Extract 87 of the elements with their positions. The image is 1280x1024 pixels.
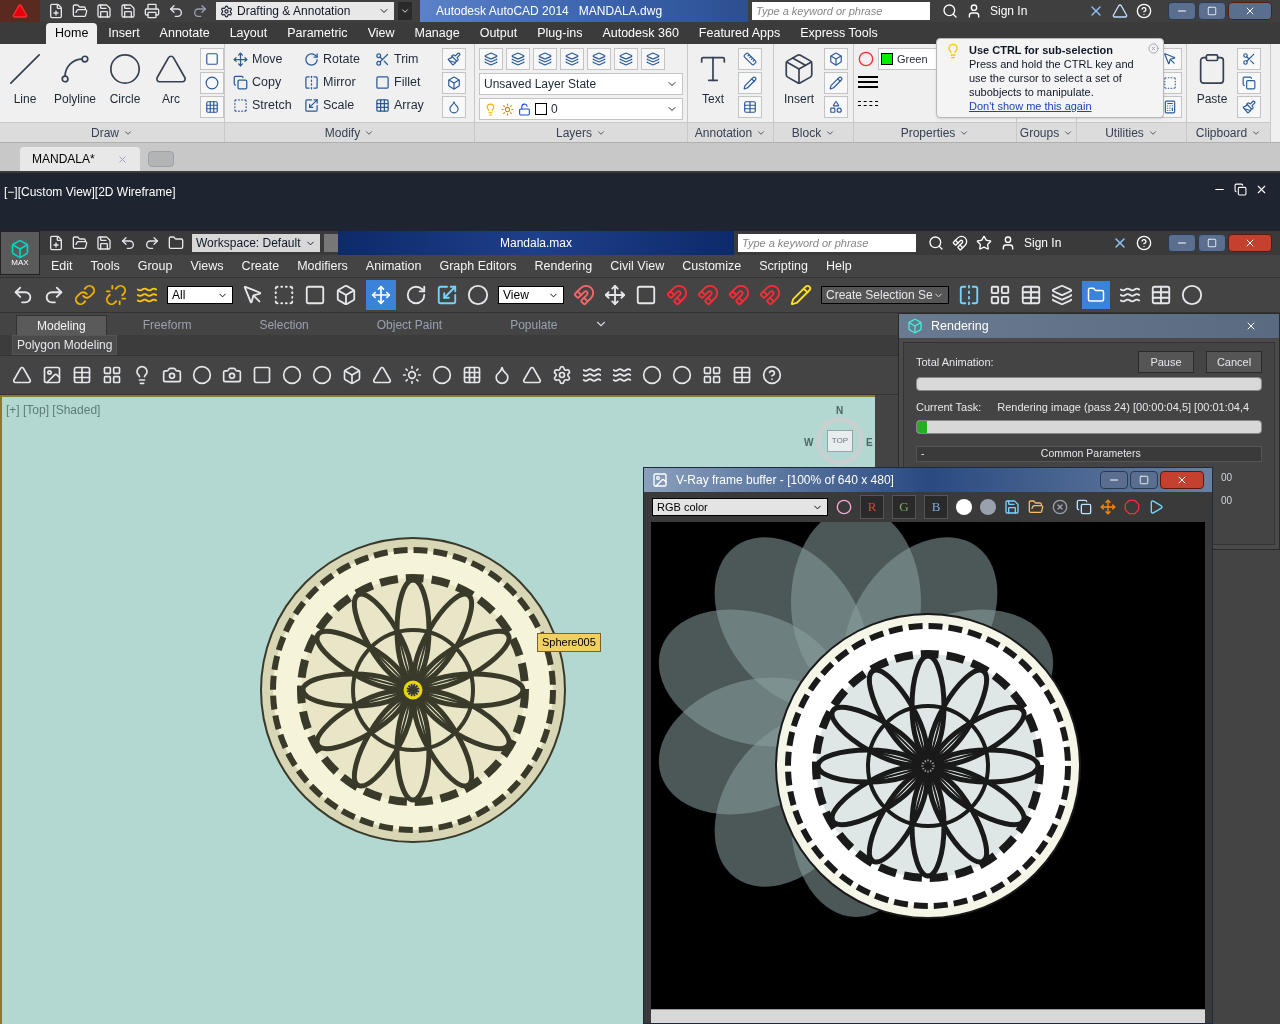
search-field[interactable]: Type a keyword or phrase bbox=[752, 2, 930, 20]
viewport-label[interactable]: [−][Custom View][2D Wireframe] bbox=[4, 183, 176, 201]
ribbon-tool-button[interactable]: Copy bbox=[233, 71, 292, 94]
ribbon-tool-button[interactable]: Fillet bbox=[375, 71, 434, 94]
application-button[interactable]: MAX bbox=[0, 231, 40, 275]
current-task-label: Current Task: bbox=[916, 400, 982, 415]
ribbon-tool-button[interactable]: Paste bbox=[1191, 48, 1233, 118]
ribbon-tab[interactable]: Output bbox=[470, 23, 527, 44]
ribbon-tab[interactable]: Modeling bbox=[16, 315, 107, 335]
search-field[interactable]: Type a keyword or phrase bbox=[738, 234, 916, 252]
ribbon-tool-button[interactable]: Mirror bbox=[304, 71, 363, 94]
ribbon-tool-button[interactable]: Line bbox=[4, 48, 46, 118]
ribbon-tab[interactable]: View bbox=[358, 23, 404, 44]
dont-show-link[interactable]: Don't show me this again bbox=[969, 99, 1092, 113]
ribbon-tab[interactable]: Manage bbox=[405, 23, 469, 44]
workspace-dropdown[interactable]: Workspace: Default bbox=[192, 234, 320, 252]
ribbon-tab[interactable]: Insert bbox=[99, 23, 149, 44]
channel-button[interactable]: R bbox=[860, 495, 884, 519]
menu-item[interactable]: Civil View bbox=[603, 256, 672, 276]
named-selection-dropdown[interactable]: Create Selection Se bbox=[821, 286, 949, 304]
ribbon-tool-button[interactable]: Polyline bbox=[50, 48, 101, 118]
ribbon-tool-button[interactable]: Circle bbox=[104, 48, 147, 118]
ribbon-tab[interactable]: Object Paint bbox=[356, 315, 463, 335]
menu-item[interactable]: Create bbox=[234, 256, 287, 276]
menu-item[interactable]: Group bbox=[130, 256, 180, 276]
menu-item[interactable]: Modifiers bbox=[290, 256, 355, 276]
ribbon-tab[interactable]: Parametric bbox=[278, 23, 357, 44]
sign-in-link[interactable]: Sign In bbox=[990, 2, 1080, 20]
ribbon-tab[interactable]: Freeform bbox=[122, 315, 212, 335]
sign-in-link[interactable]: Sign In bbox=[1024, 234, 1104, 252]
field-value: 00 bbox=[1221, 470, 1233, 485]
document-tab[interactable]: MANDALA* bbox=[20, 147, 140, 171]
layer-dropdown[interactable]: 0 bbox=[479, 98, 683, 120]
compass-letter: W bbox=[804, 436, 814, 450]
menu-item[interactable]: Help bbox=[818, 256, 859, 276]
ribbon-tool-button[interactable]: Move bbox=[233, 48, 292, 70]
channel-dropdown[interactable]: RGB color bbox=[652, 498, 828, 516]
rollout-header[interactable]: - Common Parameters bbox=[916, 445, 1262, 462]
dialog-title: Rendering bbox=[931, 317, 989, 335]
color-dropdown[interactable]: Green bbox=[878, 48, 938, 70]
current-task-text: Rendering image (pass 24) [00:00:04,5] [00:01:04,4 bbox=[997, 400, 1250, 415]
reference-coordinate-dropdown[interactable]: View bbox=[498, 286, 564, 304]
window-title: Autodesk AutoCAD 2014 MANDALA.dwg bbox=[436, 3, 663, 20]
compass-letter: E bbox=[866, 436, 873, 450]
ribbon-tab[interactable]: Home bbox=[46, 23, 98, 44]
compass-letter: N bbox=[836, 404, 844, 418]
ribbon-tab[interactable]: Plug-ins bbox=[528, 23, 592, 44]
layer-state-dropdown[interactable]: Unsaved Layer State bbox=[479, 73, 683, 95]
window-title: Mandala.max bbox=[499, 235, 572, 252]
menu-item[interactable]: Edit bbox=[44, 256, 80, 276]
menu-item[interactable]: Tools bbox=[83, 256, 127, 276]
workspace-dropdown[interactable]: Drafting & Annotation bbox=[216, 2, 394, 20]
menu-item[interactable]: Rendering bbox=[527, 256, 600, 276]
tooltip-text: Press and hold the CTRL key and use the cursor to select a set of subobjects to manipulate. bbox=[969, 57, 1135, 99]
dialog-button[interactable]: Pause bbox=[1138, 351, 1194, 373]
ribbon-tab[interactable]: Populate bbox=[490, 315, 578, 335]
object-tooltip: Sphere005 bbox=[537, 633, 601, 652]
ribbon-tab[interactable]: Autodesk 360 bbox=[593, 23, 688, 44]
ribbon-tool-button[interactable]: Rotate bbox=[304, 48, 363, 70]
menu-item[interactable]: Customize bbox=[675, 256, 749, 276]
channel-button[interactable]: B bbox=[924, 495, 948, 519]
panel-title[interactable]: Modify bbox=[324, 123, 361, 142]
channel-button[interactable]: G bbox=[892, 495, 916, 519]
ribbon-tool-button[interactable]: Trim bbox=[375, 48, 434, 70]
menu-item[interactable]: Graph Editors bbox=[432, 256, 524, 276]
ribbon-panel-title[interactable]: Polygon Modeling bbox=[12, 335, 118, 355]
panel-title[interactable]: Layers bbox=[556, 123, 592, 142]
ribbon-tool-button[interactable]: Stretch bbox=[233, 94, 292, 117]
ribbon-tab[interactable]: Layout bbox=[220, 23, 277, 44]
total-animation-label: Total Animation: bbox=[916, 354, 994, 370]
ribbon-tab[interactable]: Annotate bbox=[150, 23, 219, 44]
panel-title[interactable]: Draw bbox=[91, 123, 119, 142]
ribbon-tool-button[interactable]: Array bbox=[375, 94, 434, 117]
selection-filter-dropdown[interactable]: All bbox=[167, 286, 233, 304]
dialog-button[interactable]: Cancel bbox=[1206, 351, 1262, 373]
menu-item[interactable]: Views bbox=[183, 256, 231, 276]
tooltip-title: Use CTRL for sub-selection bbox=[969, 43, 1114, 57]
ribbon-tool-button[interactable]: Arc bbox=[150, 48, 193, 118]
ribbon-tab[interactable]: Express Tools bbox=[791, 23, 887, 44]
ribbon-tool-button[interactable]: Insert bbox=[778, 48, 820, 118]
menu-item[interactable]: Animation bbox=[358, 256, 429, 276]
menu-item[interactable]: Scripting bbox=[752, 256, 815, 276]
ribbon-tool-button[interactable]: Scale bbox=[304, 94, 363, 117]
field-value: 00 bbox=[1221, 493, 1233, 508]
ribbon-tab[interactable]: Featured Apps bbox=[689, 23, 790, 44]
ribbon-tab[interactable]: Selection bbox=[239, 315, 329, 335]
ribbon-tool-button[interactable]: Text bbox=[692, 48, 734, 118]
